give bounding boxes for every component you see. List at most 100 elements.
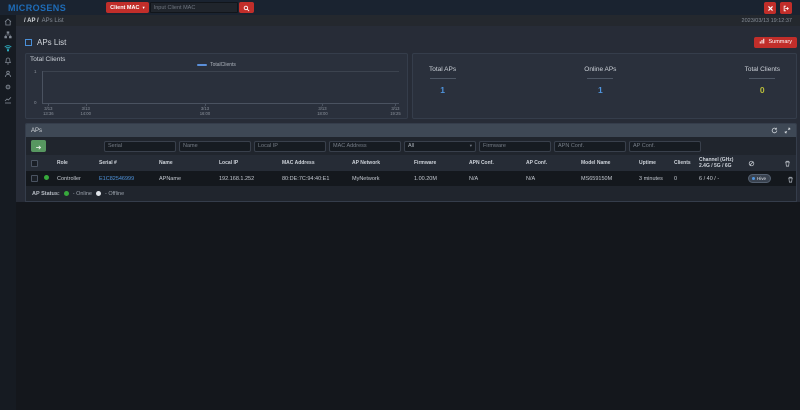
divider [587,78,614,79]
filter-apn-conf-input[interactable] [554,140,626,152]
home-icon [4,17,12,25]
sidebar-item-home[interactable] [0,15,16,28]
select-all-checkbox[interactable] [30,159,38,167]
filter-name-input[interactable] [179,140,251,152]
sidebar-item-users[interactable] [0,67,16,80]
cell-model: MS659150M [581,175,613,182]
refresh-icon[interactable] [771,127,778,134]
x-axis-tick-label: 3/13 18:00 [317,106,328,117]
y-axis-tick: 0 [34,100,37,105]
breadcrumb-page: APs List [41,17,64,24]
cell-role: Controller [57,175,81,182]
breadcrumb-section[interactable]: / AP / [24,18,39,24]
column-header-serial: Serial # [99,160,117,166]
ap-serial-link[interactable]: E1C82546999 [99,176,134,182]
filter-local-ip-input[interactable] [254,140,326,152]
expand-icon[interactable] [784,127,791,134]
stats-panel: Total APs 1 Online APs 1 Total Clients 0 [412,53,797,119]
status-column-header [42,155,55,171]
column-header-clients: Clients [674,160,691,166]
filter-serial-input[interactable] [104,140,176,152]
aps-panel-title: APs [31,127,43,134]
x-axis-tick-label: 3/13 13:36 [43,106,54,117]
offline-dot-icon [95,191,101,196]
y-axis-tick: 1 [34,69,37,74]
toggle-label: Hive [757,176,767,181]
total-clients-chart-panel: Total Clients TotalClients 1 0 3/13 13:36… [25,53,408,119]
online-dot-icon [63,191,69,196]
chevron-down-icon: ▾ [142,4,145,10]
apply-filter-button[interactable] [31,140,46,152]
legend-label: TotalClients [210,62,236,68]
bar-chart-icon [759,38,765,46]
search-type-label: Client MAC [110,4,140,11]
page-header: APs List Summary [25,31,797,53]
column-header-ap-network: AP Network [352,160,380,166]
cell-uptime: 3 minutes [639,175,663,182]
aps-table: Role Serial # Name Local IP MAC Address … [26,155,796,186]
select-value: All [408,143,415,149]
summary-button-label: Summary [768,39,792,45]
cell-firmware: 1.00.20M [414,175,437,182]
hive-toggle[interactable]: Hive [748,174,772,183]
stat-value[interactable]: 1 [429,85,456,95]
stat-label: Total Clients [744,66,780,73]
topology-icon [4,30,12,38]
offline-legend-label: - Offline [104,190,125,197]
disconnect-button[interactable] [764,0,776,15]
sidebar-item-statistics[interactable] [0,93,16,106]
panel-header-actions [771,127,791,134]
stat-value[interactable]: 0 [745,85,780,95]
sidebar-item-wireless[interactable] [0,41,16,54]
sidebar-item-notifications[interactable] [0,54,16,67]
column-header-firmware: Firmware [414,160,437,166]
delete-ap-button[interactable] [787,171,794,186]
bell-icon [4,57,12,65]
column-header-role: Role [57,160,68,166]
ban-icon [748,160,755,166]
search-type-select[interactable]: Client MAC ▾ [106,2,149,13]
cell-local-ip: 192.168.1.252 [219,175,255,182]
user-icon [4,70,12,77]
client-mac-search-group: Client MAC ▾ [106,2,254,13]
ap-status-legend: AP Status: - Online - Offline [26,186,796,201]
chart-line-icon [4,96,12,103]
ap-table-row[interactable]: Controller E1C82546999 APName 192.168.1.… [26,171,796,186]
sidebar-item-topology[interactable] [0,28,16,41]
summary-button[interactable]: Summary [754,36,797,48]
stat-value[interactable]: 1 [584,85,616,95]
legend-line-icon [197,64,208,66]
stat-online-aps: Online APs 1 [584,62,616,118]
online-legend-label: - Online [72,190,92,197]
close-icon [767,0,774,15]
logout-button[interactable] [780,0,792,15]
search-button[interactable] [238,0,254,15]
search-icon [243,0,250,15]
chart-plot-area: 1 0 3/13 13:36 3/13 14:00 3/13 16:00 3/13 18… [34,69,401,116]
column-header-name: Name [159,160,173,166]
current-timestamp: 2023/03/13 19:12:37 [741,17,792,24]
column-header-mac: MAC Address [282,160,315,166]
filter-firmware-input[interactable] [479,140,551,152]
row-checkbox[interactable] [30,175,38,182]
legend-title: AP Status: [32,190,60,197]
column-header-apn-conf: APN Conf. [469,160,494,166]
filter-network-select[interactable]: All ▾ [404,140,476,152]
aps-table-panel: APs Serial Name Local IP MAC Address All… [25,123,797,202]
chart-legend[interactable]: TotalClients [26,62,407,68]
sidebar-item-settings[interactable] [0,80,16,93]
logout-icon [783,0,790,15]
cell-channel: 6 / 40 / - [699,175,720,182]
filter-mac-input[interactable] [329,140,401,152]
breadcrumb-bar: / AP / APs List 2023/03/13 19:12:37 [16,15,800,26]
gridline [43,71,399,72]
column-header-channel: Channel (GHz) 2.4G / 5G / 6G [699,156,734,169]
cell-clients: 0 [674,175,678,182]
column-header-delete [782,155,796,171]
stat-label: Total APs [429,66,457,73]
window-buttons [764,0,792,15]
filter-ap-conf-input[interactable] [629,140,701,152]
main-area: / AP / APs List 2023/03/13 19:12:37 APs … [16,15,800,202]
client-mac-input[interactable] [149,2,238,13]
arrow-right-icon [35,139,42,154]
